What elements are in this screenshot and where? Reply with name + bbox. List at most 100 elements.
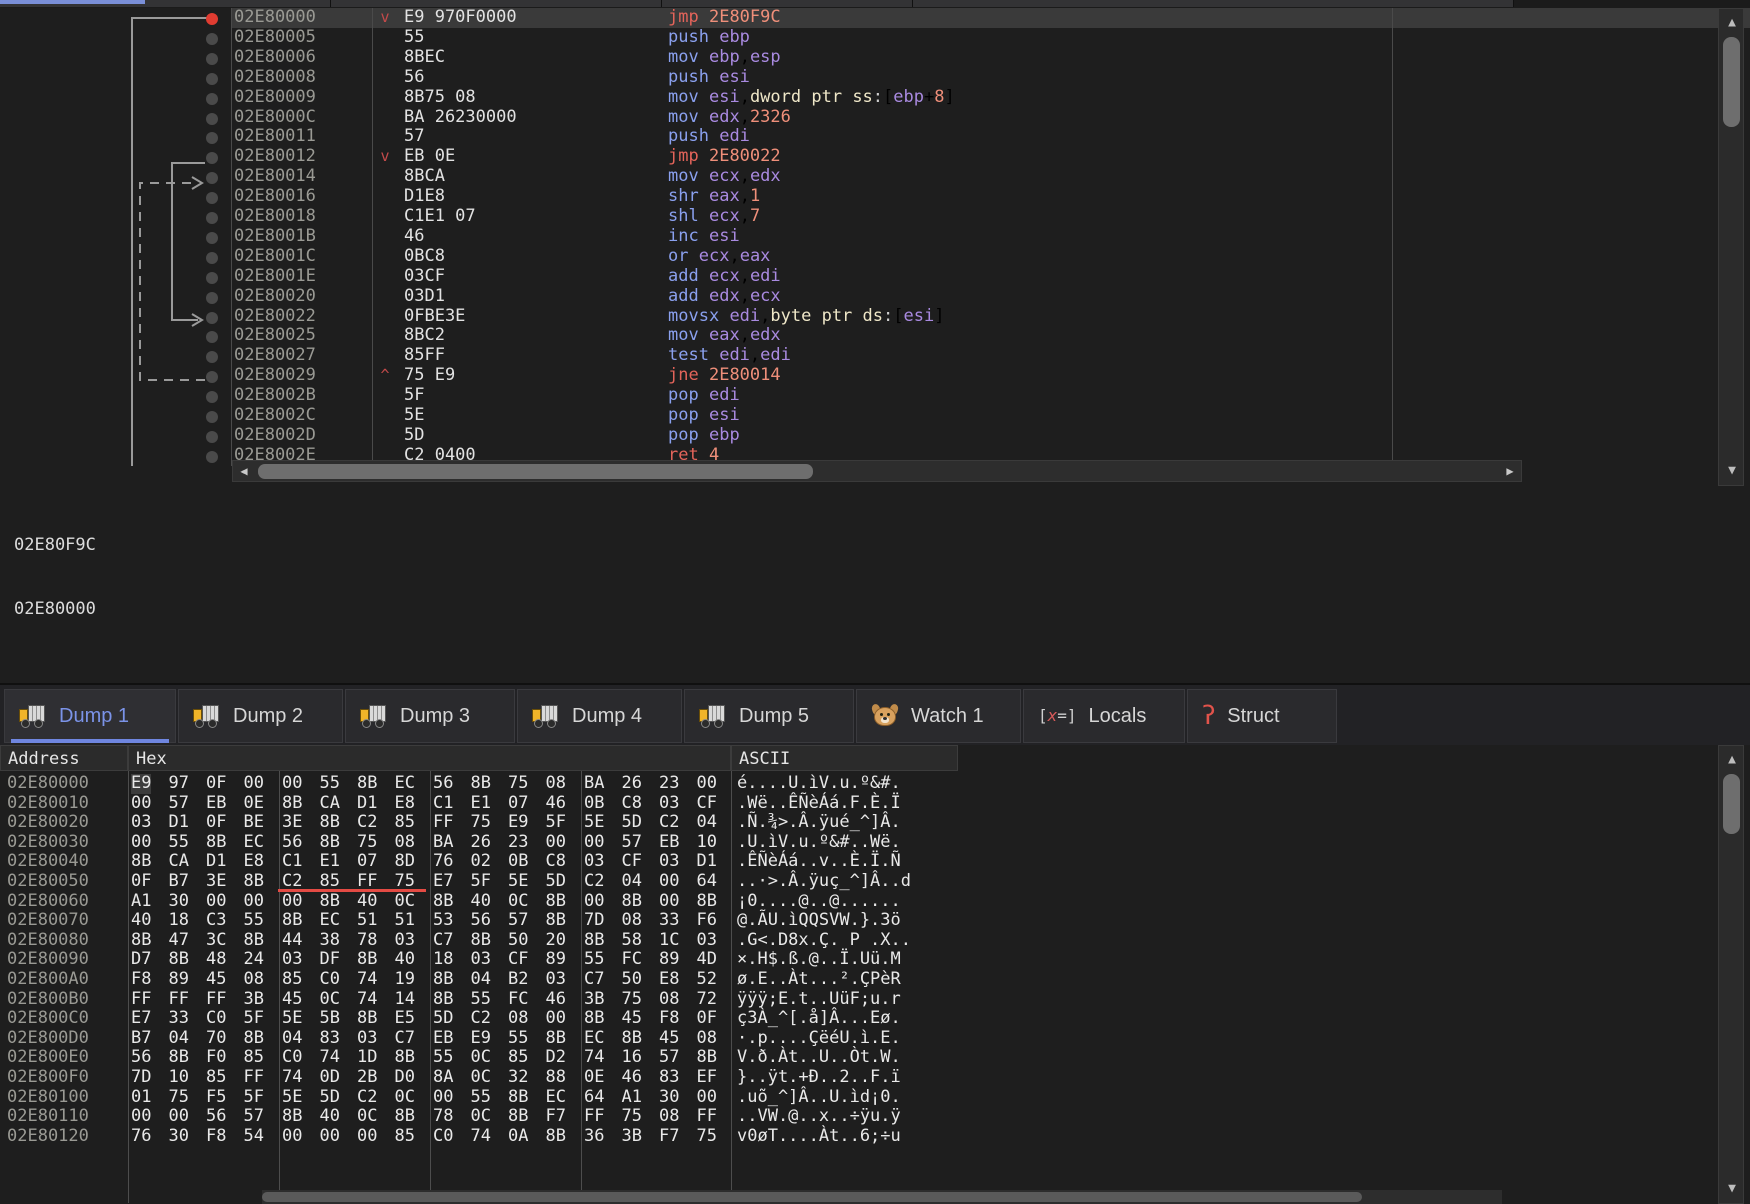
hex-byte[interactable]: 03 [357, 1028, 377, 1049]
hex-byte[interactable]: F7 [546, 1107, 566, 1127]
hex-byte[interactable]: C0 [320, 969, 340, 990]
hex-dump-row[interactable]: 02E800C0 E7 33 C0 5F 5E 5B 8B E5 5D C2 08 00 8B 45 F8 0F… [0, 1009, 1750, 1029]
hex-byte[interactable]: 75 [508, 773, 528, 794]
hex-dump-row[interactable]: 02E80090 D7 8B 48 24 03 DF 8B 40 18 03 CF 89 55 FC 89 4D… [0, 950, 1750, 970]
hex-byte[interactable]: 04 [622, 871, 642, 892]
hex-byte[interactable]: F7 [659, 1126, 679, 1147]
hex-byte[interactable]: 08 [659, 989, 679, 1010]
hex-byte[interactable]: 89 [169, 969, 189, 990]
hex-byte[interactable]: E8 [244, 852, 264, 872]
hex-byte[interactable]: 52 [697, 969, 717, 990]
hex-byte[interactable]: 8B [282, 1107, 302, 1127]
hex-byte[interactable]: 00 [131, 793, 151, 814]
hex-byte[interactable]: FF [433, 813, 453, 833]
hex-byte[interactable]: 30 [169, 1126, 189, 1147]
hex-byte[interactable]: 0C [471, 1048, 491, 1068]
hex-byte[interactable]: 48 [206, 950, 226, 970]
hex-byte[interactable]: 00 [244, 891, 264, 912]
hex-byte[interactable]: 8B [206, 832, 226, 853]
hex-byte[interactable]: 8B [697, 1048, 717, 1068]
hex-byte[interactable]: FF [206, 989, 226, 1010]
hex-byte[interactable]: 00 [697, 773, 717, 794]
hex-byte[interactable]: E9 [471, 1028, 491, 1049]
hex-byte[interactable]: 75 [622, 989, 642, 1010]
hex-byte[interactable]: 5E [584, 813, 604, 833]
hex-byte[interactable]: 3B [244, 989, 264, 1010]
disassembly-row[interactable]: 02E8001C 0BC8 or ecx,eax [232, 246, 1750, 267]
hex-byte[interactable]: FF [697, 1107, 717, 1127]
hex-byte[interactable]: 75 [169, 1087, 189, 1108]
hex-byte[interactable]: 56 [471, 911, 491, 931]
hex-byte[interactable]: 8B [395, 1048, 415, 1068]
hex-dump-row[interactable]: 02E80100 01 75 F5 5F 5E 5D C2 0C 00 55 8B EC 64 A1 30 00… [0, 1087, 1750, 1108]
disassembly-row[interactable]: 02E8002B 5F pop edi [232, 385, 1750, 406]
hex-byte[interactable]: 70 [206, 1028, 226, 1049]
hex-byte[interactable]: 5E [282, 1009, 302, 1029]
hex-byte[interactable]: 51 [395, 911, 415, 931]
hex-byte[interactable]: E8 [395, 793, 415, 814]
hex-byte[interactable]: 30 [169, 891, 189, 912]
hex-byte[interactable]: 03 [471, 950, 491, 970]
disassembly-row[interactable]: 02E80008 56 push esi [232, 67, 1750, 88]
hex-byte[interactable]: 8B [471, 930, 491, 951]
hex-byte[interactable]: D7 [131, 950, 151, 970]
hex-byte[interactable]: CF [508, 950, 528, 970]
hex-byte[interactable]: 16 [622, 1048, 642, 1068]
hex-byte[interactable]: 8B [357, 1009, 377, 1029]
hex-byte[interactable]: 57 [169, 793, 189, 814]
hex-byte[interactable]: 0E [244, 793, 264, 814]
disassembly-row[interactable]: 02E80009 8B75 08 mov esi,dword ptr ss:[ebp… [232, 87, 1750, 108]
hex-byte[interactable]: E8 [659, 969, 679, 990]
hex-dump-row[interactable]: 02E80110 00 00 56 57 8B 40 0C 8B 78 0C 8B F7 FF 75 08 FF… [0, 1107, 1750, 1127]
hex-byte[interactable]: 85 [244, 1048, 264, 1068]
hex-byte[interactable]: 5F [471, 871, 491, 892]
hex-byte[interactable]: 38 [320, 930, 340, 951]
hex-byte[interactable]: 23 [659, 773, 679, 794]
disassembly-row[interactable]: 02E80022 0FBE3E movsx edi,byte ptr ds:[esi… [232, 306, 1750, 327]
hex-byte[interactable]: 03 [131, 813, 151, 833]
hex-byte[interactable]: 8B [131, 930, 151, 951]
hex-byte[interactable]: EC [584, 1028, 604, 1049]
hex-byte[interactable]: 8B [244, 871, 264, 892]
breakpoint-dot[interactable] [206, 72, 218, 85]
hex-byte[interactable]: 5D [546, 871, 566, 892]
hex-byte[interactable]: 24 [244, 950, 264, 970]
hex-byte[interactable]: 8B [546, 891, 566, 912]
disassembly-row[interactable]: 02E8002C 5E pop esi [232, 405, 1750, 426]
hex-byte[interactable]: 8B [320, 832, 340, 853]
hex-byte[interactable]: 5F [244, 1087, 264, 1108]
hex-byte[interactable]: 55 [320, 773, 340, 794]
breakpoint-dot[interactable] [206, 391, 218, 404]
hex-byte[interactable]: FC [508, 989, 528, 1010]
hex-dump-row[interactable]: 02E800B0 FF FF FF 3B 45 0C 74 14 8B 55 FC 46 3B 75 08 72… [0, 989, 1750, 1010]
hex-byte[interactable]: B7 [169, 871, 189, 892]
dump-tab-dump-3[interactable]: Dump 3 [345, 689, 515, 743]
hex-byte[interactable]: 08 [508, 1009, 528, 1029]
hex-byte[interactable]: 56 [206, 1107, 226, 1127]
hex-byte[interactable]: 8B [508, 1087, 528, 1108]
hex-byte[interactable]: 33 [659, 911, 679, 931]
hex-dump-row[interactable]: 02E80020 03 D1 0F BE 3E 8B C2 85 FF 75 E9 5F 5E 5D C2 04… [0, 813, 1750, 833]
hex-dump-row[interactable]: 02E80080 8B 47 3C 8B 44 38 78 03 C7 8B 50 20 8B 58 1C 03… [0, 930, 1750, 951]
breakpoint-dot-active[interactable] [206, 13, 218, 25]
hex-byte[interactable]: 8B [244, 930, 264, 951]
hex-byte[interactable]: 1D [357, 1048, 377, 1068]
hex-byte[interactable]: 55 [584, 950, 604, 970]
hex-byte[interactable]: 8B [131, 852, 151, 872]
hex-byte[interactable]: 00 [433, 1087, 453, 1108]
hex-byte[interactable]: 0F [206, 773, 226, 794]
hex-byte[interactable]: 8B [320, 813, 340, 833]
hex-byte[interactable]: 8B [508, 1107, 528, 1127]
hex-byte[interactable]: 55 [244, 911, 264, 931]
hex-byte[interactable]: 08 [697, 1028, 717, 1049]
disassembly-row[interactable]: 02E80020 03D1 add edx,ecx [232, 286, 1750, 307]
disassembly-row[interactable]: 02E8001B 46 inc esi [232, 226, 1750, 247]
breakpoint-dot[interactable] [206, 112, 218, 125]
hex-byte[interactable]: 08 [546, 773, 566, 794]
hex-byte[interactable]: 08 [244, 969, 264, 990]
hex-byte[interactable]: 0C [471, 1107, 491, 1127]
hex-byte[interactable]: 8B [697, 891, 717, 912]
hex-byte[interactable]: 00 [546, 832, 566, 853]
hex-byte[interactable]: 26 [471, 832, 491, 853]
hex-byte[interactable]: 50 [508, 930, 528, 951]
